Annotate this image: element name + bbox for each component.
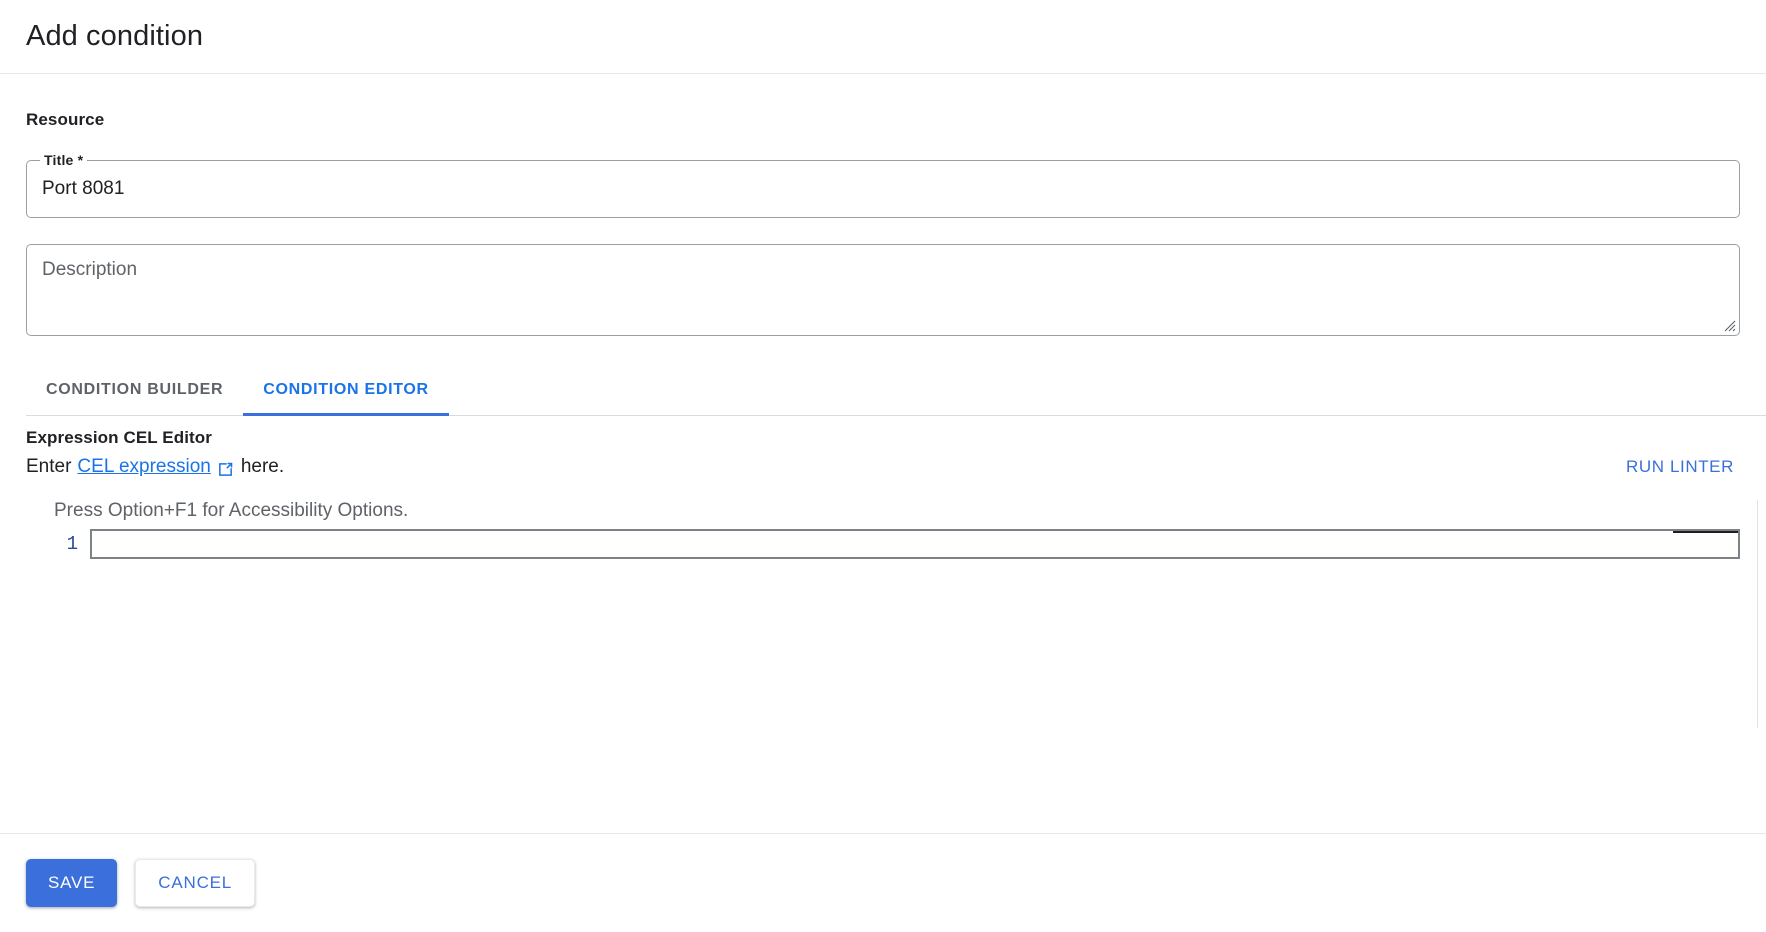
description-textarea[interactable] bbox=[27, 245, 1739, 335]
editor-overview-marker bbox=[1673, 529, 1738, 533]
resource-section-label: Resource bbox=[26, 110, 1740, 130]
dialog-body: Resource Title * CONDITION BUILDER CONDI… bbox=[0, 74, 1766, 833]
tab-condition-builder[interactable]: CONDITION BUILDER bbox=[26, 364, 243, 416]
cel-editor-heading: Expression CEL Editor bbox=[26, 428, 1740, 448]
cel-editor-header: Expression CEL Editor Enter CEL expressi… bbox=[26, 428, 1740, 478]
accessibility-hint: Press Option+F1 for Accessibility Option… bbox=[26, 500, 1740, 522]
cancel-button[interactable]: CANCEL bbox=[135, 859, 255, 907]
run-linter-button[interactable]: RUN LINTER bbox=[1620, 456, 1740, 478]
line-number-gutter: 1 bbox=[26, 529, 90, 559]
external-link-icon[interactable] bbox=[217, 461, 234, 478]
code-input-line[interactable]: destination.port == 8081 bbox=[90, 529, 1740, 559]
instruction-prefix: Enter bbox=[26, 456, 71, 478]
description-field-wrapper[interactable] bbox=[26, 244, 1740, 336]
condition-tab-bar: CONDITION BUILDER CONDITION EDITOR bbox=[26, 364, 1740, 416]
tab-condition-editor[interactable]: CONDITION EDITOR bbox=[243, 364, 449, 416]
page-title: Add condition bbox=[26, 20, 203, 53]
code-line-row: 1 destination.port == 8081 bbox=[26, 529, 1740, 559]
cel-editor-instruction: Enter CEL expression here. bbox=[26, 456, 1740, 478]
title-field-wrapper[interactable]: Title * bbox=[26, 160, 1740, 218]
dialog-footer: SAVE CANCEL bbox=[0, 833, 1766, 932]
title-input[interactable] bbox=[42, 178, 1724, 200]
title-field-label: Title * bbox=[40, 152, 87, 168]
editor-right-divider bbox=[1757, 500, 1758, 728]
instruction-suffix: here. bbox=[241, 456, 284, 478]
cel-expression-link[interactable]: CEL expression bbox=[77, 456, 210, 478]
add-condition-dialog: Add condition Resource Title * CONDITION… bbox=[0, 0, 1766, 932]
cel-code-editor[interactable]: Press Option+F1 for Accessibility Option… bbox=[26, 500, 1740, 718]
dialog-header: Add condition bbox=[0, 0, 1766, 74]
save-button[interactable]: SAVE bbox=[26, 859, 117, 907]
